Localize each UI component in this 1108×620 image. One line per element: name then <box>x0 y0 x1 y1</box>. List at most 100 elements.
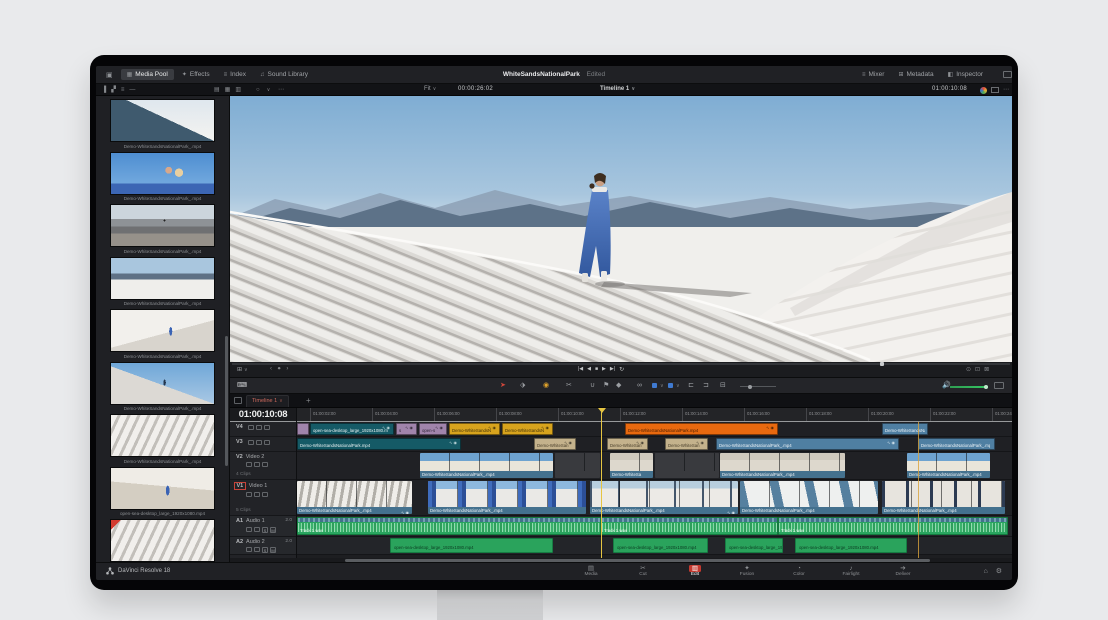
mute-button[interactable]: M <box>270 527 276 533</box>
media-clip-item[interactable]: Demo-WhiteSandsNationalPark_.mp4 <box>110 519 215 562</box>
match-frame-icon[interactable]: ⊙ <box>966 366 971 373</box>
snapping-icon[interactable]: ∪ <box>590 381 595 390</box>
track-lane-v1[interactable]: Demo-WhiteSandsNationalPark_.mp4∿◉ Demo-… <box>297 480 1012 516</box>
timeline-clip[interactable]: Demo-WhiteSandsNationalPark_.mp4 <box>720 453 845 478</box>
link-clips-icon[interactable]: ∞ <box>637 381 642 390</box>
selection-tool-icon[interactable]: ➤ <box>500 381 506 390</box>
lock-icon[interactable] <box>248 440 254 445</box>
timeline-clip[interactable]: Demo-WhiteSandsN ∿◉ <box>449 423 500 435</box>
media-clip-thumbnail[interactable] <box>110 309 215 352</box>
audio-clip[interactable]: open-sea-desktop_large_1920x1080.mp4 <box>795 538 907 553</box>
retime-and-keyframe-icons[interactable]: ∿◉ <box>564 440 573 445</box>
media-clip-thumbnail[interactable] <box>110 362 215 405</box>
page-button[interactable]: ♪ Fairlight <box>836 563 866 580</box>
settings-gear-icon[interactable]: ⚙ <box>996 567 1002 576</box>
media-clip-item[interactable]: Demo-WhiteSandsNationalPark_.mp4 <box>110 99 215 149</box>
solo-button[interactable]: S <box>262 527 268 533</box>
playhead[interactable] <box>601 408 602 558</box>
audio-clip[interactable]: open-sea-desktop_large_1920x1080.mp4 <box>613 538 708 553</box>
zoom-custom-icon[interactable]: ⊟ <box>720 381 726 390</box>
timeline-clip[interactable]: Demo-WhiteSandsN ∿◉ <box>502 423 553 435</box>
auto-select-icon[interactable] <box>254 462 260 467</box>
timeline-clip[interactable] <box>555 453 600 478</box>
track-lane-a2[interactable]: open-sea-desktop_large_1920x1080.mp4 ope… <box>297 537 1012 555</box>
media-clip-thumbnail[interactable] <box>110 204 215 247</box>
timeline-tab[interactable]: Timeline 1∨ <box>246 395 289 407</box>
timeline-clip[interactable]: Demo-WhiteSandsNationalPark_.mp4 <box>918 438 995 450</box>
retime-and-keyframe-icons[interactable]: ∿◉ <box>449 440 458 445</box>
retime-and-keyframe-icons[interactable]: ∿◉ <box>696 440 705 445</box>
trim-mode-icon[interactable]: ⬗ <box>520 381 525 390</box>
media-clip-item[interactable]: Demo-WhiteSandsNationalPark_.mp4 <box>110 414 215 464</box>
track-lane-v2[interactable]: Demo-WhiteSandsNationalPark_.mp4 Demo-Wh… <box>297 452 1012 480</box>
timeline-clip[interactable]: Demo-WhiteSandsNationalPark_.mp4 ∿◉ <box>716 438 899 450</box>
retime-and-keyframe-icons[interactable]: ∿◉ <box>727 509 736 515</box>
timeline-clip[interactable] <box>297 423 309 435</box>
audio-clip[interactable]: Track 1.wav <box>601 517 778 535</box>
layout-preset-icon[interactable] <box>1003 71 1012 78</box>
panel-tab[interactable]: ≡ Mixer <box>856 69 890 80</box>
timeline-clip[interactable]: Demo-WhiteSandsNationalPark_.mp4 <box>740 481 878 514</box>
color-wheel-icon[interactable] <box>980 87 987 94</box>
timeline-selector[interactable]: Timeline 1∨ <box>600 86 635 92</box>
retime-and-keyframe-icons[interactable]: ∿◉ <box>887 440 896 445</box>
flag-color-select[interactable]: ∨ <box>668 381 680 391</box>
media-clip-thumbnail[interactable] <box>110 414 215 457</box>
retime-and-keyframe-icons[interactable]: ∿◉ <box>636 440 645 445</box>
media-clip-item[interactable]: Demo-WhiteSandsNationalPark_.mp4 <box>110 152 215 202</box>
retime-and-keyframe-icons[interactable]: ∿◉ <box>435 425 444 430</box>
timeline-clip[interactable]: Demo-WhiteSan ∿◉ <box>607 438 648 450</box>
page-button[interactable]: ✂ Cut <box>628 563 658 580</box>
media-clip-thumbnail[interactable] <box>110 519 215 562</box>
page-button[interactable]: ◔ Color <box>784 563 814 580</box>
timeline-clip[interactable]: s ∿◉ <box>396 423 417 435</box>
auto-select-icon[interactable] <box>254 547 260 552</box>
auto-select-icon[interactable] <box>256 425 262 430</box>
media-clip-item[interactable]: Demo-WhiteSandsNationalPark_.mp4 <box>110 204 215 254</box>
zoom-detail-icon[interactable]: ⊐ <box>703 381 709 390</box>
media-clip-thumbnail[interactable] <box>110 99 215 142</box>
thumbnail-view-icons[interactable]: ▤▦▥ <box>214 86 241 94</box>
media-pool-view-icons[interactable]: ▐▞≡— <box>102 86 135 94</box>
track-header-a2[interactable]: A2Audio 2 2.0 SM <box>230 537 296 555</box>
retime-and-keyframe-icons[interactable]: ∿◉ <box>401 509 410 515</box>
media-clip-thumbnail[interactable] <box>110 152 215 195</box>
viewer-expand-icon[interactable] <box>991 87 999 93</box>
lock-icon[interactable] <box>248 425 254 430</box>
add-timeline-button[interactable]: + <box>306 396 311 405</box>
media-clip-item[interactable]: Demo-WhiteSandsNationalPark_.mp4 <box>110 362 215 412</box>
audio-clip[interactable]: Track 1.wav <box>778 517 1008 535</box>
viewer-quality-icon[interactable]: ⊞∨ <box>237 366 248 373</box>
timeline-clip[interactable]: Demo-WhiteSandsNationalPark_.mp4 <box>428 481 586 514</box>
timeline-clip[interactable]: open-s ∿◉ <box>419 423 447 435</box>
panel-tab[interactable]: ✦ Effects <box>176 69 216 80</box>
timeline-clip[interactable]: Demo-WhiteSan ∿◉ <box>665 438 708 450</box>
auto-select-icon[interactable] <box>254 492 260 497</box>
zoom-full-icon[interactable]: ⊏ <box>688 381 694 390</box>
lock-icon[interactable] <box>246 527 252 532</box>
marker-icon[interactable]: ◆ <box>616 381 621 390</box>
go-to-start-icon[interactable]: |◀ <box>578 366 583 372</box>
timeline-clip[interactable]: Demo-WhiteSandsNationalPark_.mp4 <box>907 453 990 478</box>
audio-clip[interactable]: open-sea-desktop_large_1920x1080.mp4 <box>390 538 553 553</box>
loop-icon[interactable]: ↻ <box>619 366 624 373</box>
track-header-v4[interactable]: V4 <box>230 422 296 437</box>
timeline-clip[interactable]: Demo-WhiteSandsNationalPark_.mp4∿◉ <box>590 481 738 514</box>
timeline-clip[interactable]: Demo-WhiteSa <box>610 453 653 478</box>
enable-track-icon[interactable] <box>262 462 268 467</box>
mute-button[interactable]: M <box>270 547 276 553</box>
viewer-zoom-select[interactable]: Fit∨ <box>424 86 436 92</box>
timeline-clip[interactable]: Demo-WhiteSandsNationalPark.mp4 ∿◉ <box>625 423 778 435</box>
solo-button[interactable]: S <box>262 547 268 553</box>
page-button[interactable]: ▥ Edit <box>680 563 710 580</box>
retime-and-keyframe-icons[interactable]: ∿◉ <box>382 425 391 430</box>
stop-icon[interactable]: ■ <box>595 366 598 372</box>
timeline-clip[interactable]: open-sea-desktop_large_1920x1080.mp4 ∿◉ <box>310 423 394 435</box>
audio-clip[interactable]: open-sea-desktop_large_1920x108 <box>725 538 783 553</box>
timeline-clip[interactable]: Demo-WhiteSandsNationalPark_.mp4 <box>882 481 1005 514</box>
track-header-v2[interactable]: V2Video 2 4 Clips <box>230 452 296 480</box>
panel-tab[interactable]: ▦ Media Pool <box>121 69 174 80</box>
timeline-ruler[interactable]: 01:00:02:0001:00:04:0001:00:06:0001:00:0… <box>297 408 1012 422</box>
more-options-icon[interactable]: ⋯ <box>278 86 284 94</box>
retime-and-keyframe-icons[interactable]: ∿◉ <box>541 425 550 430</box>
